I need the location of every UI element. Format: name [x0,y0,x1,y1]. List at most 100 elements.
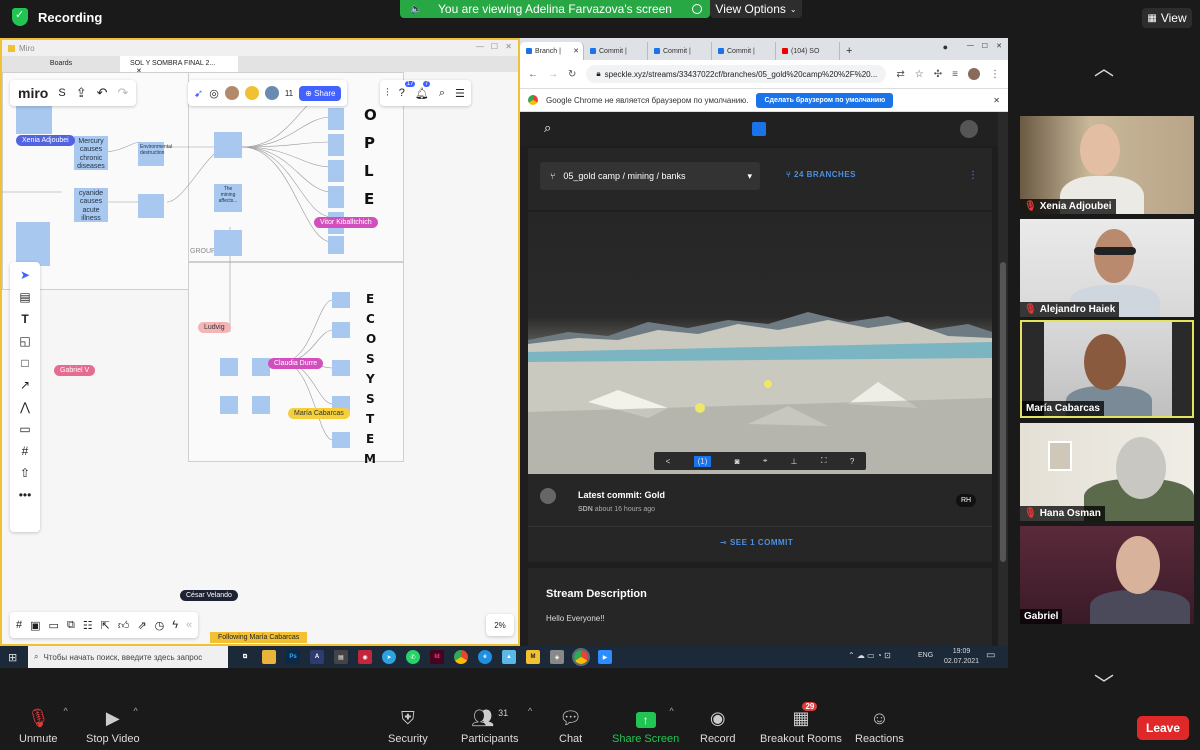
screen-share-icon[interactable]: ⧉ [67,619,75,632]
app-icon[interactable]: ◉ [358,650,372,664]
avatar[interactable] [968,68,980,80]
sticky-note[interactable]: Environmental destruction [138,142,172,166]
browser-tab[interactable]: Commit | [584,42,648,60]
section-icon[interactable]: ⊥ [791,457,798,466]
browser-tab[interactable]: Branch | ✕ [520,42,584,60]
avatar[interactable] [244,86,259,100]
export-board-icon[interactable]: ⇗ [137,619,146,632]
browser-tab[interactable]: Commit | [712,42,776,60]
undo-icon[interactable]: ↶ [97,85,108,101]
caret-up-icon[interactable]: ^ [63,706,67,716]
sticky-note[interactable]: Mercury causes chronic diseases [74,136,108,170]
star-icon[interactable]: ☆ [915,69,924,80]
close-icon[interactable]: ✕ [993,96,1000,105]
tray-icons[interactable]: ⌃ ☁ ▭ ◔ ⊡ [848,651,891,660]
miro-icon[interactable]: M [526,650,540,664]
close-icon[interactable]: ✕ [505,42,512,51]
participant-tile[interactable]: 🎙︎ Alejandro Haiek [1020,219,1194,317]
see-commits-link[interactable]: ⊸ SEE 1 COMMIT [720,538,793,547]
security-button[interactable]: ⛨ Security [388,708,428,745]
comment-icon[interactable]: ▭ [19,422,30,436]
breakout-rooms-button[interactable]: ▦ 29 Breakout Rooms [760,702,842,745]
taskbar-search[interactable]: ⌕ Чтобы начать поиск, введите здесь запр… [28,646,228,668]
frames-icon[interactable]: # [16,619,22,631]
app-icon[interactable]: ◈ [550,650,564,664]
frame-icon[interactable]: # [22,444,29,458]
close-icon[interactable]: ✕ [996,42,1002,50]
sticky-note[interactable] [332,322,350,338]
cards-icon[interactable]: ☷ [83,619,93,632]
sticky-note[interactable] [328,186,344,208]
branches-link[interactable]: ⑂ 24 BRANCHES [786,170,856,179]
camera-icon[interactable]: ◙ [735,457,740,466]
participant-tile-active-speaker[interactable]: María Cabarcas [1020,320,1194,418]
forward-icon[interactable]: → [548,69,558,80]
telegram-icon[interactable]: ➤ [382,650,396,664]
profile-circle-icon[interactable]: ● [943,42,948,52]
search-icon[interactable]: ⌕ [544,120,551,136]
participant-tile[interactable]: Gabriel [1020,526,1194,624]
share-icon[interactable]: < [666,457,671,466]
present-icon[interactable]: ▣ [30,619,40,632]
select-icon[interactable]: ➤ [20,268,30,282]
notification-center-icon[interactable]: ▭ [986,650,995,661]
leave-button[interactable]: Leave [1137,716,1189,740]
zoom-app-icon[interactable]: ▶ [598,650,612,664]
reload-icon[interactable]: ↻ [568,69,576,80]
help-icon[interactable]: ? 17 [399,81,416,99]
scroll-down-icon[interactable]: ﹀ [1094,668,1114,697]
browser-tab[interactable]: (104) SO [776,42,840,60]
collapse-icon[interactable]: « [186,619,192,631]
language-indicator[interactable]: ENG [918,652,933,659]
more-icon[interactable]: ••• [19,488,32,502]
participant-tile[interactable]: 🎙︎ Hana Osman [1020,423,1194,521]
sticky-note[interactable] [16,222,50,266]
timer-icon[interactable]: ◎ [209,87,219,100]
photoshop-icon[interactable]: Ps [286,650,300,664]
help-icon[interactable]: ? [850,457,854,466]
sticky-note[interactable] [252,396,270,414]
kebab-menu-icon[interactable]: ⋮ [968,170,978,181]
sticky-note[interactable] [328,108,344,130]
zoom-extents-icon[interactable]: ⌖ [763,456,768,466]
indesign-icon[interactable]: Id [430,650,444,664]
minimize-icon[interactable]: — [967,42,974,49]
miro-canvas[interactable]: GROUP 30 Mercury causes chronic diseases… [2,72,518,644]
open-external-icon[interactable]: ⇱ [101,619,110,632]
sticky-note[interactable] [328,160,344,182]
commit-title[interactable]: Latest commit: Gold [578,490,665,500]
branch-select[interactable]: ⑂ 05_gold camp / mining / banks ▾ [540,162,760,190]
new-tab-icon[interactable]: + [846,45,852,57]
miro-logo[interactable]: miro [18,85,48,101]
sticky-note[interactable] [214,132,242,158]
pen-icon[interactable]: ⋀ [20,400,30,414]
redo-icon[interactable]: ↷ [118,85,129,101]
kebab-menu-icon[interactable]: ⋮ [990,69,1000,80]
3d-viewer[interactable]: < (1) ◙ ⌖ ⊥ ⛶ ? [528,212,992,474]
minimize-icon[interactable]: — [476,42,484,51]
view-button[interactable]: ▦ View [1142,8,1192,28]
sticky-note[interactable] [220,358,238,376]
view-options-button[interactable]: View Options ⌄ [710,0,802,18]
search-icon[interactable]: ⌕ [439,87,445,100]
lightning-icon[interactable]: ϟ [172,619,178,631]
sticky-note[interactable] [332,360,350,376]
app-icon[interactable]: ▲ [502,650,516,664]
sticky-note[interactable] [332,292,350,308]
scroll-up-icon[interactable]: ︿ [1094,52,1114,81]
template-icon[interactable]: ▤ [19,290,30,304]
browser-tab[interactable]: Commit | [648,42,712,60]
tab-board[interactable]: SOL Y SOMBRA FINAL 2... ✕ [120,56,238,75]
connector-icon[interactable]: ↗ [20,378,30,392]
participants-button[interactable]: 👥︎ 31 ^ Participants [461,706,532,745]
participant-tile[interactable]: 🎙︎ Xenia Adjoubei [1020,116,1194,214]
timer-clock-icon[interactable]: ◷ [155,619,165,632]
fullscreen-icon[interactable]: ⛶ [821,456,827,466]
share-button[interactable]: ⊕ Share [299,85,342,101]
maximize-icon[interactable]: ☐ [491,42,498,51]
stop-video-button[interactable]: ▶︎ ^ Stop Video [86,706,140,745]
sticky-note[interactable] [138,194,164,218]
text-icon[interactable]: T [21,312,28,326]
back-icon[interactable]: ← [528,69,538,80]
tab-close-icon[interactable]: ✕ [573,47,579,55]
